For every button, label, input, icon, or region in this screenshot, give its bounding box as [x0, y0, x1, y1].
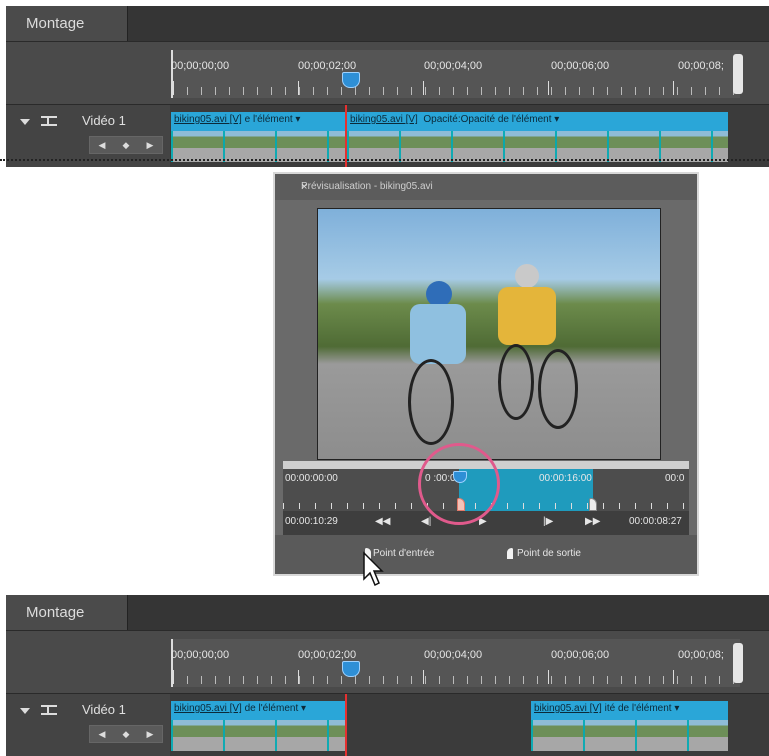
timecode-label: 00:0 — [665, 473, 685, 484]
in-out-buttons: Point d'entrée Point de sortie — [275, 535, 697, 574]
highlight-circle — [418, 443, 500, 525]
clip-label: biking05.avi [V] ité de l'élément ▾ — [534, 703, 680, 714]
work-area-end-handle[interactable] — [733, 643, 743, 683]
divider — [0, 159, 769, 161]
bike-wheel — [408, 359, 454, 445]
timecode-label: 00;00;08; — [678, 649, 724, 661]
video-track-1: Vidéo 1 ◀ ◆ ▶ biking05.avi [V] e l'éléme… — [6, 104, 769, 167]
rider-shirt — [410, 304, 466, 364]
clip-label: biking05.avi [V] e l'élément ▾ — [174, 114, 301, 125]
timecode-label: 00;00;08; — [678, 60, 724, 72]
tab-montage[interactable]: Montage — [6, 595, 128, 630]
track-name: Vidéo 1 — [82, 113, 126, 128]
out-point-icon — [507, 548, 513, 559]
filmstrip-icon[interactable] — [41, 116, 57, 126]
clip-thumbnails — [347, 131, 728, 162]
timeline-ruler[interactable]: 00;00;00;00 00;00;02;00 00;00;04;00 00;0… — [171, 639, 740, 687]
clip-thumbnails — [171, 131, 347, 162]
prev-keyframe-icon[interactable]: ◀ — [99, 140, 106, 151]
bike-wheel — [538, 349, 578, 429]
video-track-1: Vidéo 1 ◀ ◆ ▶ biking05.avi [V] de l'élém… — [6, 693, 769, 756]
timecode-label: 00;00;06;00 — [551, 60, 610, 72]
close-icon[interactable]: × — [301, 174, 687, 200]
step-back-icon[interactable]: ◀| — [421, 516, 431, 527]
video-frame — [317, 208, 661, 460]
timecode-label: 00;00;02;00 — [298, 649, 357, 661]
current-time-indicator[interactable] — [342, 661, 360, 677]
prev-keyframe-icon[interactable]: ◀ — [99, 729, 106, 740]
step-forward-icon[interactable]: |▶ — [543, 516, 553, 527]
timecode-label: 00:00:16:00 — [539, 473, 592, 484]
clip-label: biking05.avi [V] de l'élément ▾ — [174, 703, 307, 714]
set-out-point-button[interactable]: Point de sortie — [517, 548, 581, 559]
filmstrip-icon[interactable] — [41, 705, 57, 715]
timeline-ruler-area: 00;00;00;00 00;00;02;00 00;00;04;00 00;0… — [6, 41, 769, 105]
ruler-major-ticks — [173, 81, 740, 95]
track-header: Vidéo 1 ◀ ◆ ▶ — [6, 105, 170, 167]
current-time: 00:00:10:29 — [285, 516, 338, 527]
tab-montage[interactable]: Montage — [6, 6, 128, 41]
collapse-triangle-icon[interactable] — [20, 708, 30, 714]
next-keyframe-icon[interactable]: ▶ — [147, 140, 154, 151]
rider-shirt — [498, 287, 556, 345]
collapse-triangle-icon[interactable] — [20, 119, 30, 125]
preview-title-bar[interactable]: Prévisualisation - biking05.avi × — [275, 174, 697, 200]
helmet-icon — [515, 264, 539, 288]
timecode-label: 00;00;02;00 — [298, 60, 357, 72]
montage-panel-top: Montage 00;00;00;00 00;00;02;00 00;00;04… — [6, 6, 769, 167]
playhead-line — [345, 694, 347, 756]
duration: 00:00:08:27 — [629, 516, 682, 527]
mouse-cursor-icon — [363, 551, 384, 587]
bike-wheel — [498, 344, 534, 420]
clip-label: biking05.avi [V] Opacité:Opacité de l'él… — [350, 114, 560, 125]
current-time-indicator[interactable] — [342, 72, 360, 88]
montage-header: Montage — [6, 595, 769, 630]
montage-panel-bottom: Montage 00;00;00;00 00;00;02;00 00;00;04… — [6, 595, 769, 756]
montage-header: Montage — [6, 6, 769, 41]
timecode-label: 00;00;04;00 — [424, 60, 483, 72]
video-clip[interactable]: biking05.avi [V] ité de l'élément ▾ — [531, 701, 728, 751]
clip-thumbnails — [171, 720, 347, 751]
preview-window: Prévisualisation - biking05.avi × 00:00:… — [273, 172, 699, 576]
out-point-marker-icon[interactable] — [589, 498, 597, 511]
video-clip[interactable]: biking05.avi [V] de l'élément ▾ — [171, 701, 347, 751]
timeline-ruler[interactable]: 00;00;00;00 00;00;02;00 00;00;04;00 00;0… — [171, 50, 740, 98]
timeline-ruler-area: 00;00;00;00 00;00;02;00 00;00;04;00 00;0… — [6, 630, 769, 694]
timecode-label: 00;00;00;00 — [171, 60, 230, 72]
add-keyframe-icon[interactable]: ◆ — [123, 729, 130, 740]
rewind-icon[interactable]: ◀◀ — [375, 516, 390, 527]
timecode-label: 00;00;00;00 — [171, 649, 230, 661]
work-area-end-handle[interactable] — [733, 54, 743, 94]
timecode-label: 00;00;06;00 — [551, 649, 610, 661]
timecode-label: 00;00;04;00 — [424, 649, 483, 661]
ruler-major-ticks — [173, 670, 740, 684]
fast-forward-icon[interactable]: ▶▶ — [585, 516, 600, 527]
add-keyframe-icon[interactable]: ◆ — [123, 140, 130, 151]
playhead-line — [345, 105, 347, 167]
track-name: Vidéo 1 — [82, 702, 126, 717]
video-clip[interactable]: biking05.avi [V] Opacité:Opacité de l'él… — [347, 112, 728, 162]
keyframe-navigator: ◀ ◆ ▶ — [89, 136, 163, 154]
next-keyframe-icon[interactable]: ▶ — [147, 729, 154, 740]
clip-thumbnails — [531, 720, 728, 751]
video-clip[interactable]: biking05.avi [V] e l'élément ▾ — [171, 112, 347, 162]
track-header: Vidéo 1 ◀ ◆ ▶ — [6, 694, 170, 756]
timecode-label: 00:00:00:00 — [285, 473, 338, 484]
keyframe-navigator: ◀ ◆ ▶ — [89, 725, 163, 743]
